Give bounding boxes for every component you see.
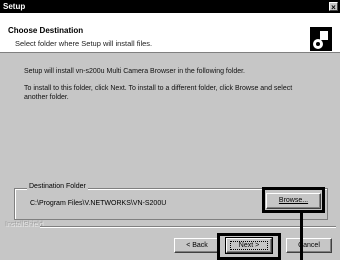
installshield-brand: InstallShield: [6, 222, 44, 229]
page-subtitle: Select folder where Setup will install f…: [15, 39, 153, 48]
callout-next-highlight: [217, 233, 281, 260]
cancel-button[interactable]: Cancel: [286, 238, 332, 253]
setup-window: Setup × Choose Destination Select folder…: [0, 0, 340, 260]
instructions-text-line1: To install to this folder, click Next. T…: [24, 85, 293, 92]
destination-path: C:\Program Files\V.NETWORKS\VN-S200U: [30, 200, 167, 207]
setup-disc-icon: [310, 27, 332, 51]
instructions-text-line2: another folder.: [24, 94, 69, 101]
install-info-text: Setup will install vn-s200u Multi Camera…: [24, 68, 245, 75]
back-button[interactable]: < Back: [174, 238, 220, 253]
disc-icon: [313, 39, 323, 49]
window-title: Setup: [3, 2, 26, 11]
callout-connector-line: [300, 213, 303, 260]
close-icon[interactable]: ×: [329, 2, 338, 12]
page-title: Choose Destination: [8, 26, 84, 35]
callout-browse-highlight: [262, 187, 325, 213]
destination-folder-label: Destination Folder: [27, 183, 88, 190]
title-bar: Setup ×: [0, 0, 340, 13]
footer-divider: [40, 226, 336, 228]
dialog-header: Choose Destination Select folder where S…: [0, 13, 340, 53]
